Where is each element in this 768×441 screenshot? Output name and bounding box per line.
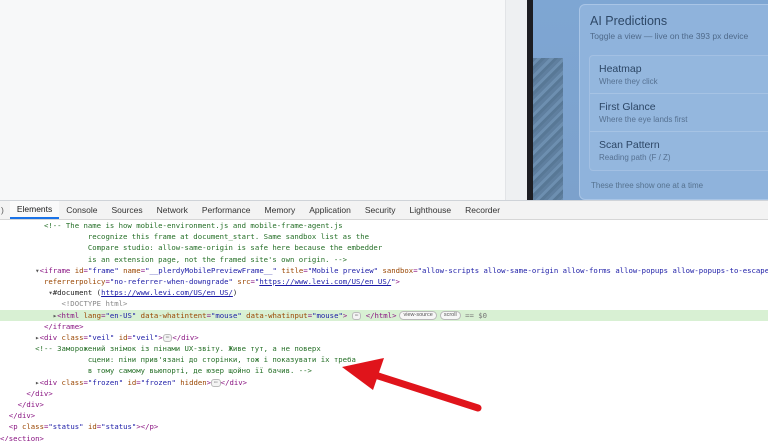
dom-node-close[interactable]: </div> — [0, 388, 768, 399]
doctype-text: <!DOCTYPE html> — [61, 299, 128, 309]
tab-application[interactable]: Application — [302, 201, 358, 219]
ellipsis-icon[interactable]: ⋯ — [351, 311, 362, 320]
attr-value: mouse — [316, 310, 339, 320]
ai-panel-footer: These three show one at a time — [591, 181, 704, 190]
attr-value: no-referrer-when-downgrade — [114, 276, 229, 286]
dom-comment-line[interactable]: recognize this frame at document_start. … — [0, 231, 768, 242]
dom-node-iframe[interactable]: ▾<iframe id="frame" name="__plerdyMobile… — [0, 265, 768, 276]
ai-predictions-panel: AI Predictions Toggle a view — live on t… — [579, 4, 768, 200]
dom-node-iframe-close[interactable]: </iframe> — [0, 321, 768, 332]
ai-view-desc: Reading path (F / Z) — [599, 153, 671, 162]
attr-value: frame — [92, 265, 115, 275]
dom-node-iframe-cont[interactable]: referrerpolicy="no-referrer-when-downgra… — [0, 276, 768, 287]
dom-comment-line[interactable]: <!-- Заморожений знімок із пінами UX-зві… — [0, 343, 768, 354]
selected-marker: == $0 — [465, 310, 488, 320]
dom-comment-line[interactable]: в тому самому вьюпорті, де юзер щойно її… — [0, 365, 768, 376]
preview-blank-area — [0, 0, 505, 200]
dom-node-section-close[interactable]: </section> — [0, 433, 768, 441]
scroll-badge[interactable]: scroll — [439, 311, 461, 320]
ai-view-scan-pattern[interactable]: Scan Pattern Reading path (F / Z) — [590, 132, 768, 170]
dom-node-veil[interactable]: ▸<div class="veil" id="veil"> ⋯ </div> — [0, 332, 768, 343]
src-link[interactable]: https://www.levi.com/US/en_US/ — [259, 277, 391, 286]
attr-value: en-US — [109, 310, 132, 320]
attr-value: veil — [92, 332, 110, 342]
comment-text: is an extension page, not the framed sit… — [87, 254, 348, 264]
ellipsis-icon[interactable]: ⋯ — [162, 333, 173, 342]
ai-view-name: Scan Pattern — [599, 139, 660, 151]
dom-comment-line[interactable]: is an extension page, not the framed sit… — [0, 254, 768, 265]
ai-view-name: Heatmap — [599, 63, 642, 75]
dom-node-status[interactable]: <p class="status" id="status"></p> — [0, 421, 768, 432]
dom-tree: <!-- The name is how mobile-environment.… — [0, 220, 768, 441]
ellipsis-icon[interactable]: ⋯ — [211, 378, 221, 387]
tab-recorder[interactable]: Recorder — [458, 201, 507, 219]
comment-text: recognize this frame at document_start. … — [87, 232, 370, 242]
tab-console[interactable]: Console — [59, 201, 104, 219]
page-photo — [533, 58, 563, 200]
devtools-panel: ) Elements Console Sources Network Perfo… — [0, 200, 768, 441]
dom-node-close[interactable]: </div> — [0, 410, 768, 421]
document-label: #document — [52, 288, 93, 298]
attr-value: frozen — [92, 377, 119, 387]
tab-performance[interactable]: Performance — [195, 201, 258, 219]
preview-area: AI Predictions Toggle a view — live on t… — [0, 0, 768, 200]
ai-view-list: Heatmap Where they click First Glance Wh… — [589, 55, 768, 171]
tab-elements[interactable]: Elements — [9, 201, 60, 219]
document-link[interactable]: https://www.levi.com/US/en_US/ — [101, 288, 233, 297]
ai-view-desc: Where the eye lands first — [599, 115, 688, 124]
attr-value: Mobile preview — [312, 265, 374, 275]
comment-text: Compare studio: allow-same-origin is saf… — [87, 243, 383, 253]
dom-node-frozen[interactable]: ▸<div class="frozen" id="frozen" hidden>… — [0, 377, 768, 388]
ai-view-first-glance[interactable]: First Glance Where the eye lands first — [590, 94, 768, 132]
view-source-badge[interactable]: view-source — [399, 311, 437, 320]
dom-node-close[interactable]: </div> — [0, 399, 768, 410]
ai-view-heatmap[interactable]: Heatmap Where they click — [590, 56, 768, 94]
comment-text: в тому самому вьюпорті, де юзер щойно її… — [87, 366, 312, 376]
preview-divider — [505, 0, 529, 200]
dom-comment-line[interactable]: Compare studio: allow-same-origin is saf… — [0, 242, 768, 253]
tab-network[interactable]: Network — [150, 201, 195, 219]
attr-value: status — [105, 422, 132, 432]
dom-node-document[interactable]: ▾#document (https://www.levi.com/US/en_U… — [0, 287, 768, 298]
tab-lighthouse[interactable]: Lighthouse — [403, 201, 459, 219]
ai-panel-title: AI Predictions — [590, 14, 668, 28]
tab-security[interactable]: Security — [358, 201, 403, 219]
attr-value: veil — [136, 332, 154, 342]
dom-comment-line[interactable]: <!-- The name is how mobile-environment.… — [0, 220, 768, 231]
attr-value: mouse — [215, 310, 238, 320]
dom-node-doctype[interactable]: <!DOCTYPE html> — [0, 298, 768, 309]
attr-value: status — [52, 422, 80, 432]
tab-sources[interactable]: Sources — [104, 201, 149, 219]
attr-value: allow-scripts allow-same-origin allow-fo… — [422, 265, 768, 275]
tab-overflow[interactable]: ) — [0, 201, 10, 219]
attr-value: __plerdyMobilePreviewFrame__ — [149, 265, 273, 275]
tag-name: iframe — [43, 265, 71, 275]
comment-text: <!-- The name is how mobile-environment.… — [43, 221, 343, 230]
dom-comment-line[interactable]: сцени: піни прив'язані до сторінки, тож … — [0, 354, 768, 365]
devtools-tab-bar: ) Elements Console Sources Network Perfo… — [0, 201, 768, 220]
dom-node-html-selected[interactable]: ▸<html lang="en-US" data-whatintent="mou… — [0, 309, 768, 321]
comment-text: сцени: піни прив'язані до сторінки, тож … — [87, 355, 356, 365]
tab-memory[interactable]: Memory — [258, 201, 303, 219]
attr-value: frozen — [145, 377, 172, 387]
ai-panel-subtitle: Toggle a view — live on the 393 px devic… — [590, 31, 749, 41]
ai-view-name: First Glance — [599, 101, 656, 113]
comment-text: <!-- Заморожений знімок із пінами UX-зві… — [35, 344, 321, 354]
ai-view-desc: Where they click — [599, 77, 658, 86]
